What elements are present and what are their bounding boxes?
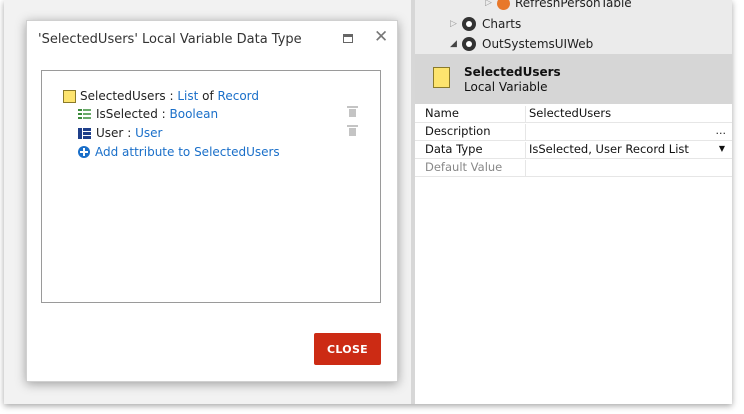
tree-item-refreshpersontable[interactable]: ▷ RefreshPersonTable <box>485 0 632 12</box>
structure-editor: SelectedUsers : List of Record IsSelecte… <box>41 70 381 303</box>
tree-item-outsystemsuiweb[interactable]: ◢ OutSystemsUIWeb <box>450 35 593 53</box>
attribute-name: User <box>96 126 124 140</box>
property-row-default-value: Default Value <box>415 159 732 177</box>
maximize-icon[interactable] <box>343 34 353 43</box>
module-icon <box>462 37 476 51</box>
variable-name: SelectedUsers <box>464 65 561 79</box>
add-attribute-link[interactable]: Add attribute to SelectedUsers <box>78 145 280 159</box>
structure-name: SelectedUsers <box>80 89 166 103</box>
dialog-title: 'SelectedUsers' Local Variable Data Type <box>38 32 302 47</box>
attribute-row[interactable]: User : User <box>78 126 162 140</box>
data-type-value: IsSelected, User Record List <box>529 142 689 156</box>
data-type-select[interactable]: IsSelected, User Record List ▼ <box>525 142 732 158</box>
property-row-data-type: Data Type IsSelected, User Record List ▼ <box>415 141 732 159</box>
module-tree: ▷ RefreshPersonTable ▷ Charts ◢ OutSyste… <box>415 0 732 54</box>
add-circle-icon <box>78 146 90 158</box>
attribute-type-link[interactable]: User <box>135 126 162 140</box>
dropdown-arrow-icon[interactable]: ▼ <box>719 144 725 153</box>
chevron-right-icon[interactable]: ▷ <box>450 19 462 29</box>
of-label: of <box>202 89 214 103</box>
property-key: Description <box>425 124 491 138</box>
attribute-name: IsSelected <box>96 107 158 121</box>
chevron-down-icon[interactable]: ◢ <box>450 39 462 49</box>
separator: : <box>127 126 132 140</box>
trash-icon[interactable] <box>347 125 358 136</box>
default-value-field[interactable] <box>525 160 732 176</box>
record-link[interactable]: Record <box>218 89 259 103</box>
module-icon <box>462 17 476 31</box>
close-button[interactable]: CLOSE <box>314 333 381 365</box>
variable-type: Local Variable <box>464 80 548 94</box>
attribute-row[interactable]: IsSelected : Boolean <box>78 107 218 121</box>
add-attribute-label: Add attribute to SelectedUsers <box>95 145 280 159</box>
properties-grid: Name SelectedUsers Description ... Data … <box>415 105 732 177</box>
property-key: Default Value <box>425 160 503 174</box>
properties-header: SelectedUsers Local Variable <box>415 54 732 104</box>
action-icon <box>497 0 510 10</box>
attribute-icon <box>78 109 91 119</box>
list-link[interactable]: List <box>177 89 198 103</box>
tree-item-label: Charts <box>482 17 522 31</box>
entity-icon <box>78 127 91 139</box>
close-icon[interactable]: ✕ <box>374 29 388 46</box>
structure-icon <box>63 89 76 103</box>
separator: : <box>169 89 174 103</box>
local-variable-icon <box>433 67 450 88</box>
tree-item-charts[interactable]: ▷ Charts <box>450 15 521 33</box>
trash-icon[interactable] <box>347 106 358 117</box>
property-row-name: Name SelectedUsers <box>415 105 732 123</box>
property-row-description: Description ... <box>415 123 732 141</box>
app-window: ▷ RefreshPersonTable ▷ Charts ◢ OutSyste… <box>4 0 732 404</box>
data-type-dialog: 'SelectedUsers' Local Variable Data Type… <box>26 20 398 382</box>
tree-item-label: RefreshPersonTable <box>515 0 632 10</box>
chevron-right-icon[interactable]: ▷ <box>485 0 497 8</box>
right-panel: ▷ RefreshPersonTable ▷ Charts ◢ OutSyste… <box>415 0 732 404</box>
structure-row[interactable]: SelectedUsers : List of Record <box>63 89 259 103</box>
property-key: Name <box>425 106 459 120</box>
description-field[interactable]: ... <box>525 124 732 140</box>
attribute-type-link[interactable]: Boolean <box>170 107 219 121</box>
property-key: Data Type <box>425 142 483 156</box>
ellipsis-button[interactable]: ... <box>716 124 727 137</box>
separator: : <box>161 107 166 121</box>
name-field[interactable]: SelectedUsers <box>525 106 732 122</box>
tree-item-label: OutSystemsUIWeb <box>482 37 594 51</box>
